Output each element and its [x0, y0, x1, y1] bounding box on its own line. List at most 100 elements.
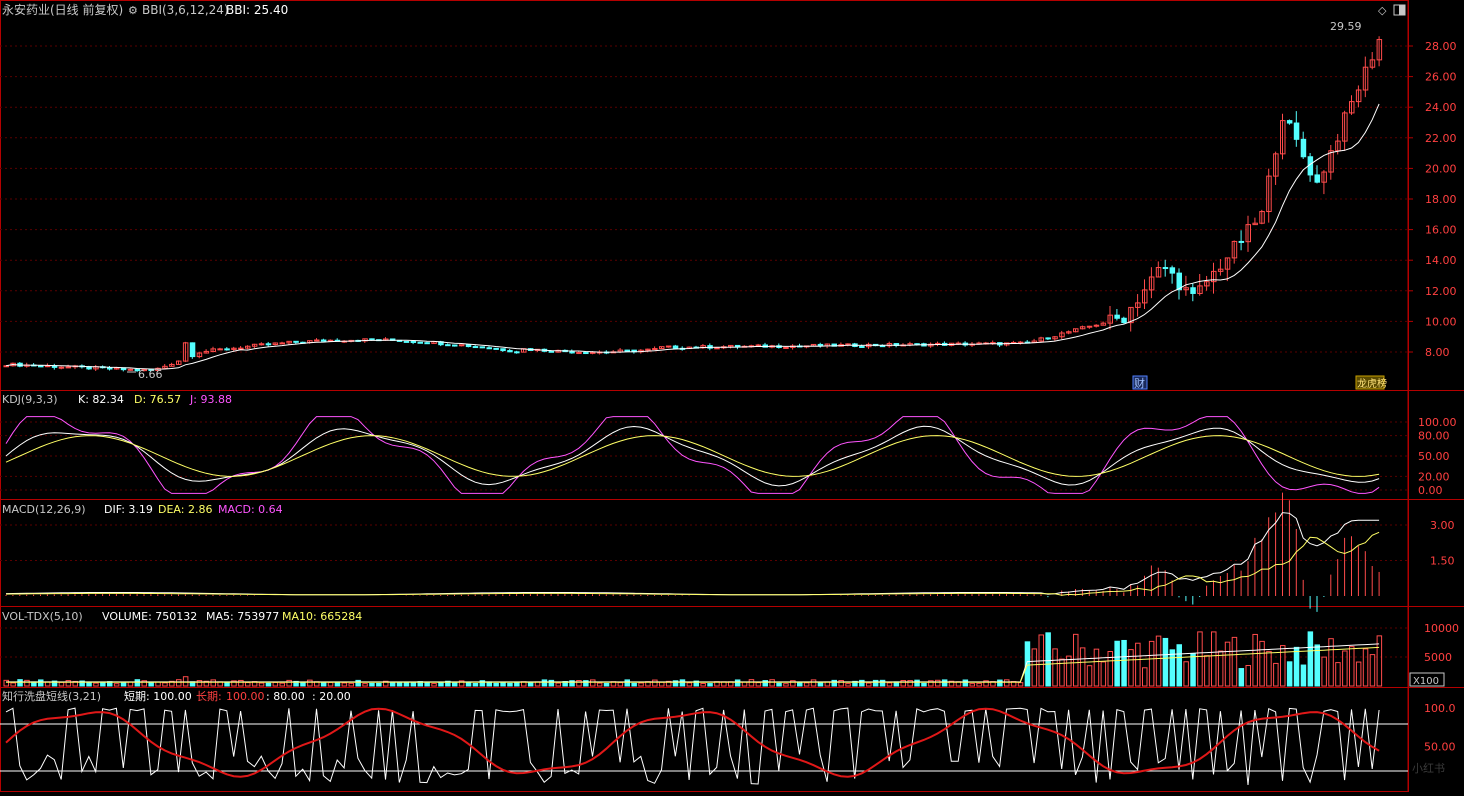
volume-bar	[1362, 648, 1369, 687]
volume-bar	[514, 681, 520, 687]
short-term-line	[5, 707, 1380, 786]
volume-bar	[1073, 633, 1079, 687]
candle-body	[458, 344, 465, 347]
candle-body	[1300, 138, 1307, 158]
stock-title: 永安药业(日线 前复权)	[2, 2, 123, 17]
candle-body	[1045, 337, 1051, 340]
candle-body	[514, 351, 520, 354]
volume-bar	[245, 682, 251, 687]
bottom-long-label: 长期:	[196, 690, 222, 703]
volume-bar	[1100, 661, 1107, 687]
volume-bar	[900, 680, 906, 687]
volume-bar	[838, 680, 844, 687]
candle-body	[410, 340, 417, 343]
diamond-icon[interactable]: ◇	[1378, 4, 1387, 17]
volume-bar	[941, 679, 948, 687]
macd-value: MACD: 0.64	[218, 503, 283, 516]
vol-name[interactable]: VOL-TDX(5,10)	[2, 610, 83, 623]
volume-bar	[100, 681, 106, 687]
volume-bar	[624, 679, 630, 687]
expand-toggle[interactable]: ◇	[1378, 4, 1406, 17]
bbi-indicator-name[interactable]: BBI(3,6,12,24)	[142, 3, 229, 17]
volume-bar	[1369, 654, 1376, 687]
candle-body	[576, 352, 582, 355]
volume-bar	[1286, 661, 1293, 687]
volume-bar	[866, 682, 872, 687]
candle-body	[1286, 120, 1293, 124]
candle-body	[58, 366, 65, 369]
bottom-name[interactable]: 知行洗盘短线(3,21)	[2, 689, 101, 703]
bottom-short-value: 短期: 100.00	[124, 689, 192, 703]
volume-bar	[1314, 644, 1320, 687]
candle-body	[265, 343, 272, 346]
volume-bar	[1211, 631, 1217, 687]
event-tag-finance[interactable]: 财	[1132, 375, 1148, 390]
volume-bar	[555, 682, 561, 687]
volume-bar	[210, 679, 216, 687]
bottom-long-value: 100.00	[226, 690, 265, 703]
main-price-axis: 28.00 26.00 24.00 22.00 20.00 18.00 16.00 14.00…	[1408, 40, 1457, 359]
volume-bar	[1252, 633, 1258, 687]
bbi-settings-icon[interactable]: ⚙	[128, 4, 138, 17]
volume-bar	[617, 682, 624, 687]
volume-bar	[431, 683, 437, 687]
volume-bar	[1128, 649, 1134, 687]
volume-bar	[238, 679, 244, 687]
min-price-label: 6.66	[138, 368, 163, 381]
volume-bar	[10, 682, 16, 687]
macd-axis-label: 3.00	[1430, 519, 1455, 532]
volume-bar	[803, 682, 810, 687]
volume-bar	[1245, 665, 1251, 687]
chart-canvas[interactable]: 永安药业(日线 前复权) ⚙ BBI(3,6,12,24) BBI: 25.40…	[0, 0, 1464, 792]
volume-bar	[762, 680, 768, 687]
volume-bar	[590, 679, 596, 687]
volume-bar	[603, 682, 610, 687]
volume-bar	[1142, 667, 1148, 687]
volume-bar	[1335, 662, 1341, 687]
kdj-axis: 100.0080.00 50.00 20.000.00	[1418, 416, 1457, 497]
volume-bar	[1024, 641, 1031, 687]
volume-bar	[17, 679, 23, 687]
main-axis-label: 24.00	[1425, 101, 1457, 114]
candle-body	[445, 344, 451, 347]
candle-body	[403, 340, 410, 343]
volume-bar	[320, 682, 327, 687]
volume-bar	[859, 679, 865, 687]
vol-volume-value: VOLUME: 750132	[102, 610, 197, 623]
volume-bar	[38, 679, 44, 687]
volume-bar	[1217, 650, 1224, 687]
macd-name[interactable]: MACD(12,26,9)	[2, 503, 86, 516]
volume-bar	[424, 682, 430, 687]
vol-unit: X100	[1413, 676, 1439, 687]
volume-bar	[362, 683, 368, 687]
kdj-name[interactable]: KDJ(9,3,3)	[2, 393, 58, 406]
main-grid	[0, 45, 1408, 353]
main-axis-label: 26.00	[1425, 71, 1457, 84]
volume-bar	[348, 682, 354, 687]
volume-bar	[810, 679, 817, 687]
vol-axis: 10000 5000	[1424, 622, 1459, 664]
volume-bar	[638, 682, 644, 687]
volume-bar	[1349, 646, 1355, 687]
volume-bar	[886, 682, 893, 687]
volume-bar	[224, 682, 230, 687]
volume-bar	[334, 682, 341, 687]
volume-bar	[1135, 642, 1141, 687]
event-tag-dragon-tiger[interactable]: 龙虎榜	[1355, 375, 1387, 390]
volume-bar	[1224, 641, 1231, 687]
candle-body	[548, 350, 555, 353]
macd-axis-label: 1.50	[1430, 555, 1455, 568]
bottom-20-value: : 20.00	[312, 690, 351, 703]
volume-bar	[935, 679, 941, 687]
candle-body	[293, 340, 299, 343]
kdj-axis-label: 20.00	[1418, 470, 1450, 483]
candle-body	[493, 347, 499, 350]
volume-bar	[265, 682, 272, 687]
candle-body	[1121, 317, 1127, 324]
candle-body	[217, 348, 223, 351]
volume-bar	[831, 679, 837, 687]
main-axis-label: 16.00	[1425, 224, 1457, 237]
volume-bar	[527, 681, 534, 687]
volume-bar	[783, 683, 789, 687]
volume-bar	[438, 682, 444, 687]
